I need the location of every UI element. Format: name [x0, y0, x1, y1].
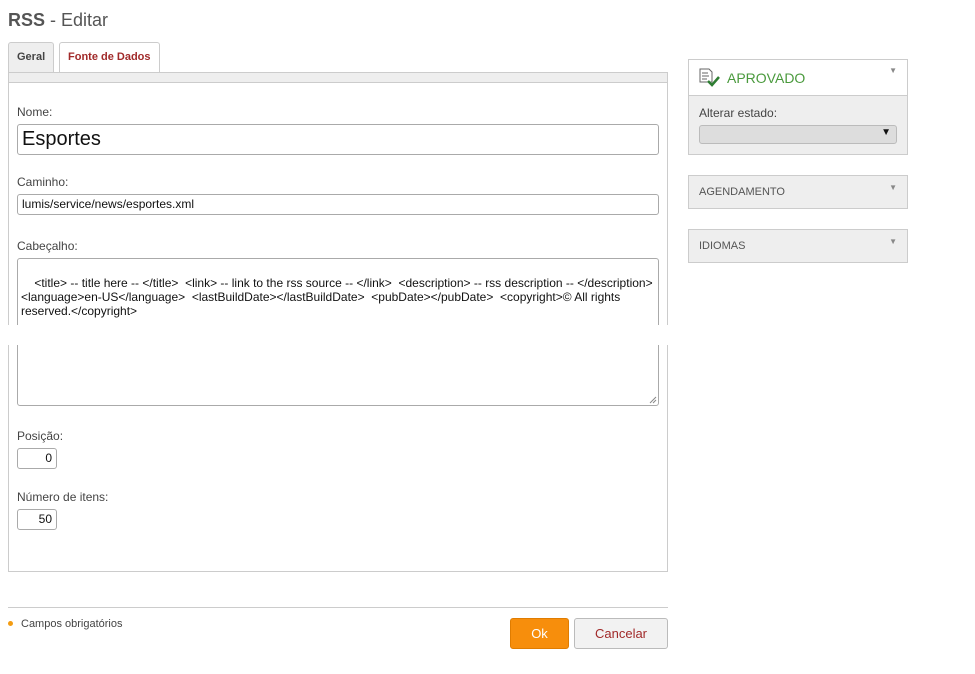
cancel-button[interactable]: Cancelar [574, 618, 668, 649]
nome-input[interactable]: Esportes [17, 124, 659, 155]
dropdown-arrow-icon: ▼ [881, 127, 891, 138]
posicao-input[interactable]: 0 [17, 448, 57, 469]
nome-label: Nome: [17, 105, 53, 119]
document-approved-icon [699, 68, 720, 87]
scheduling-panel[interactable]: AGENDAMENTO ▼ [688, 175, 908, 209]
cabecalho-text: <title> -- title here -- </title> <link>… [21, 276, 653, 318]
caminho-label: Caminho: [17, 175, 69, 189]
panel-header-bar [9, 73, 667, 83]
page-title-action: - Editar [45, 10, 109, 30]
form-panel: Nome: Esportes Caminho: lumis/service/ne… [8, 72, 668, 572]
change-status-label: Alterar estado: [699, 106, 778, 120]
page-title-app: RSS [8, 10, 46, 30]
status-header[interactable]: APROVADO ▼ [689, 60, 907, 96]
ok-button[interactable]: Ok [510, 618, 569, 649]
chevron-down-icon[interactable]: ▼ [889, 182, 897, 194]
status-title: APROVADO [727, 70, 806, 86]
tab-geral[interactable]: Geral [8, 42, 54, 73]
languages-title: IDIOMAS [699, 240, 746, 252]
render-gap [0, 325, 670, 345]
cabecalho-label: Cabeçalho: [17, 239, 78, 253]
numero-itens-input[interactable]: 50 [17, 509, 57, 530]
tab-fonte-de-dados[interactable]: Fonte de Dados [59, 42, 160, 72]
scheduling-title: AGENDAMENTO [699, 186, 785, 198]
status-panel: APROVADO ▼ Alterar estado: ▼ [688, 59, 908, 155]
numero-itens-label: Número de itens: [17, 490, 109, 504]
posicao-label: Posição: [17, 429, 64, 443]
resize-handle-icon[interactable] [649, 396, 657, 404]
chevron-down-icon[interactable]: ▼ [889, 66, 897, 75]
chevron-down-icon[interactable]: ▼ [889, 236, 897, 248]
caminho-input[interactable]: lumis/service/news/esportes.xml [17, 194, 659, 215]
languages-panel[interactable]: IDIOMAS ▼ [688, 229, 908, 263]
status-select[interactable]: ▼ [699, 125, 897, 144]
required-fields-note: Campos obrigatórios [21, 618, 123, 630]
footer-divider [8, 607, 668, 608]
page-title: RSS - Editar [8, 10, 108, 31]
required-marker-icon [8, 621, 13, 626]
